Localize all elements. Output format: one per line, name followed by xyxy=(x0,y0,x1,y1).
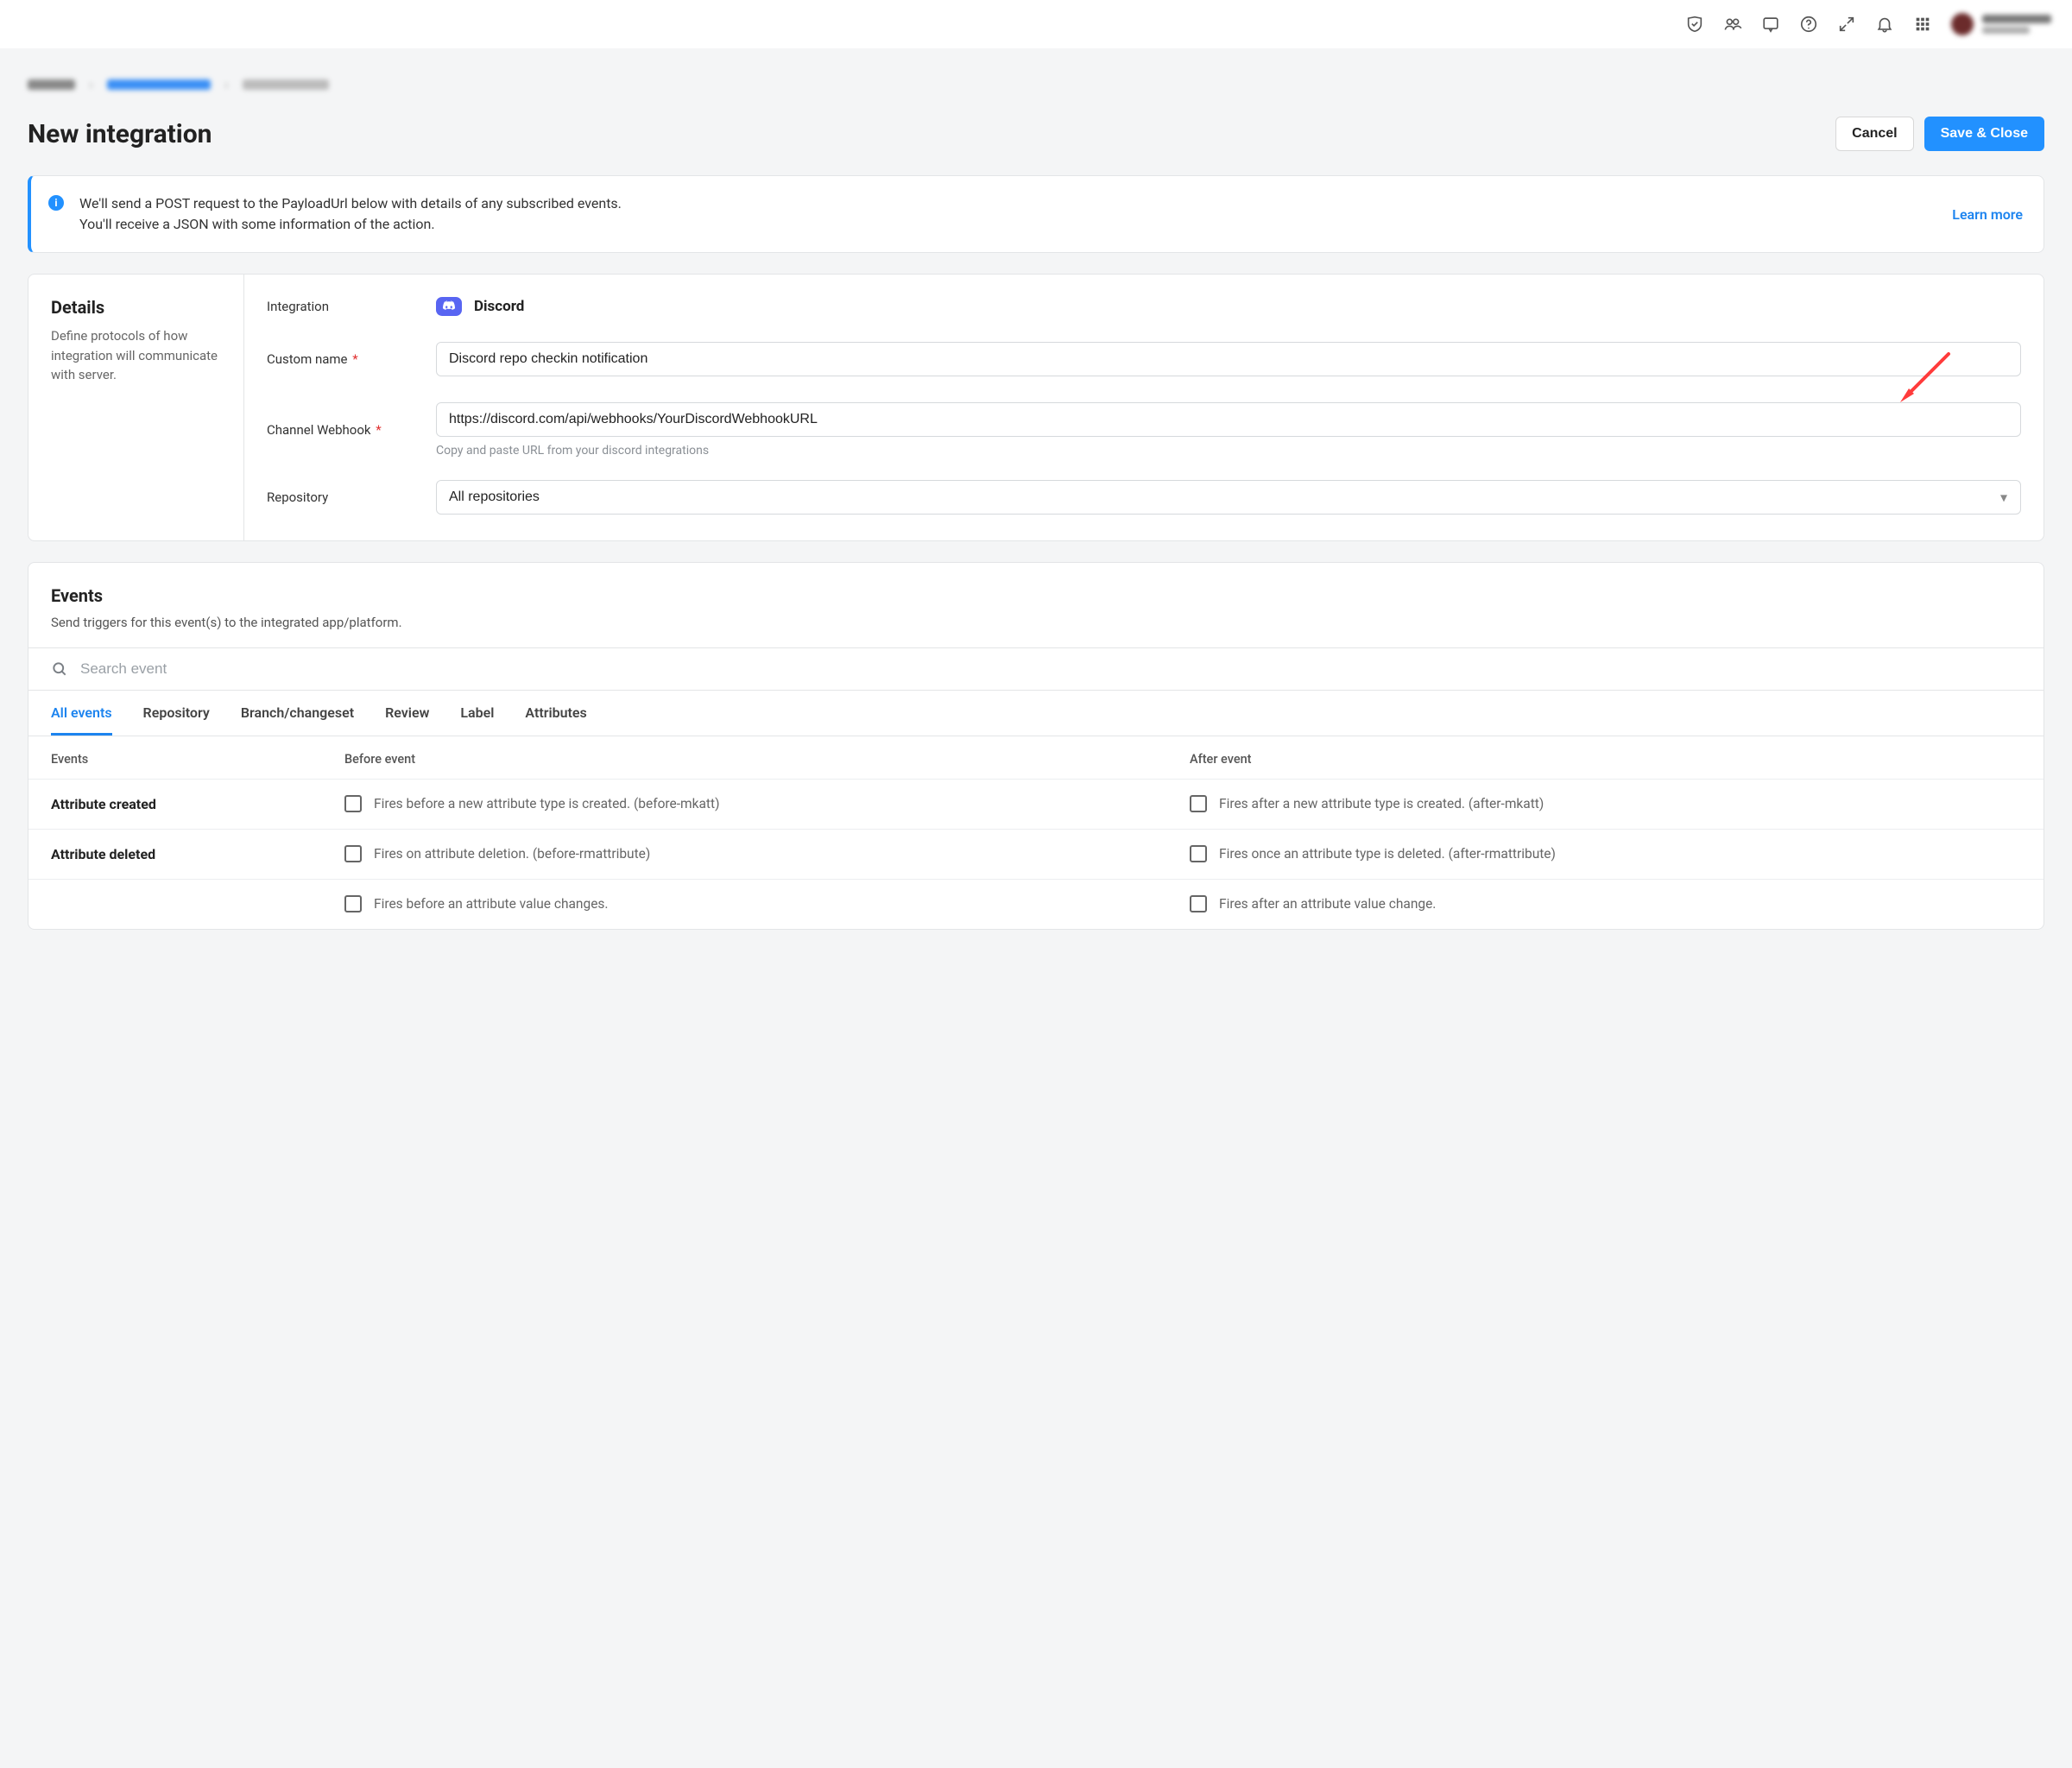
repository-select[interactable] xyxy=(436,480,2021,515)
before-checkbox[interactable] xyxy=(344,845,362,862)
event-name: Attribute created xyxy=(51,796,344,812)
after-checkbox[interactable] xyxy=(1190,895,1207,912)
tab-label[interactable]: Label xyxy=(460,691,494,736)
event-row: Fires before an attribute value changes.… xyxy=(28,880,2044,929)
events-card: Events Send triggers for this event(s) t… xyxy=(28,562,2044,930)
search-icon xyxy=(51,660,68,678)
custom-name-label: Custom name xyxy=(267,351,348,367)
webhook-input[interactable] xyxy=(436,402,2021,437)
event-row: Attribute created Fires before a new att… xyxy=(28,780,2044,830)
col-events-header: Events xyxy=(51,752,344,767)
before-checkbox[interactable] xyxy=(344,795,362,812)
expand-icon[interactable] xyxy=(1837,15,1856,34)
details-description: Define protocols of how integration will… xyxy=(51,326,221,385)
info-banner: i We'll send a POST request to the Paylo… xyxy=(28,175,2044,253)
after-desc: Fires after an attribute value change. xyxy=(1219,895,1436,913)
avatar xyxy=(1951,13,1974,35)
shield-icon[interactable] xyxy=(1685,15,1704,34)
comment-icon[interactable] xyxy=(1761,15,1780,34)
before-desc: Fires on attribute deletion. (before-rma… xyxy=(374,845,650,863)
tab-repository[interactable]: Repository xyxy=(143,691,210,736)
events-heading: Events xyxy=(51,585,2021,606)
webhook-label: Channel Webhook xyxy=(267,422,371,438)
details-heading: Details xyxy=(51,297,221,318)
before-checkbox[interactable] xyxy=(344,895,362,912)
learn-more-link[interactable]: Learn more xyxy=(1952,206,2023,223)
save-close-button[interactable]: Save & Close xyxy=(1924,117,2044,151)
page-title: New integration xyxy=(28,119,212,149)
events-description: Send triggers for this event(s) to the i… xyxy=(51,615,2021,630)
before-desc: Fires before an attribute value changes. xyxy=(374,895,609,913)
after-desc: Fires once an attribute type is deleted.… xyxy=(1219,845,1556,863)
before-desc: Fires before a new attribute type is cre… xyxy=(374,795,719,813)
integration-label: Integration xyxy=(267,299,436,314)
user-menu[interactable] xyxy=(1951,13,2051,35)
people-icon[interactable] xyxy=(1723,15,1742,34)
after-checkbox[interactable] xyxy=(1190,845,1207,862)
tab-attributes[interactable]: Attributes xyxy=(525,691,586,736)
banner-line2: You'll receive a JSON with some informat… xyxy=(79,214,622,235)
search-input[interactable] xyxy=(80,660,2021,678)
webhook-hint: Copy and paste URL from your discord int… xyxy=(436,444,2021,458)
breadcrumb: › › xyxy=(28,76,2044,92)
repository-label: Repository xyxy=(267,489,436,505)
apps-grid-icon[interactable] xyxy=(1913,15,1932,34)
bell-icon[interactable] xyxy=(1875,15,1894,34)
discord-icon xyxy=(436,297,462,316)
banner-line1: We'll send a POST request to the Payload… xyxy=(79,193,622,214)
topbar xyxy=(0,0,2072,48)
after-desc: Fires after a new attribute type is crea… xyxy=(1219,795,1544,813)
integration-value: Discord xyxy=(474,298,524,315)
tab-all-events[interactable]: All events xyxy=(51,691,112,736)
col-after-header: After event xyxy=(1190,752,2021,767)
tab-branch-changeset[interactable]: Branch/changeset xyxy=(241,691,354,736)
event-row: Attribute deleted Fires on attribute del… xyxy=(28,830,2044,880)
help-icon[interactable] xyxy=(1799,15,1818,34)
after-checkbox[interactable] xyxy=(1190,795,1207,812)
custom-name-input[interactable] xyxy=(436,342,2021,376)
event-tabs: All events Repository Branch/changeset R… xyxy=(28,691,2044,736)
col-before-header: Before event xyxy=(344,752,1190,767)
details-card: Details Define protocols of how integrat… xyxy=(28,274,2044,541)
tab-review[interactable]: Review xyxy=(385,691,429,736)
info-icon: i xyxy=(48,195,64,211)
event-name: Attribute deleted xyxy=(51,846,344,862)
cancel-button[interactable]: Cancel xyxy=(1835,117,1913,151)
